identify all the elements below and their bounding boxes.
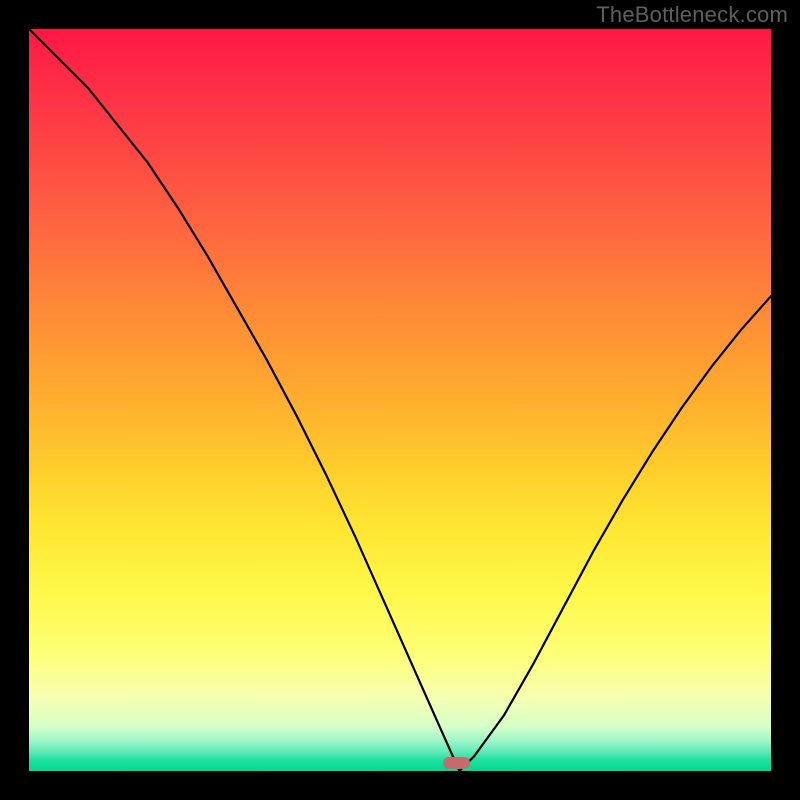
chart-frame: TheBottleneck.com [0,0,800,800]
bottleneck-curve [29,29,771,771]
minimum-marker [443,757,470,769]
plot-area [29,29,771,771]
watermark-text: TheBottleneck.com [596,2,788,28]
curve-path [29,29,771,771]
